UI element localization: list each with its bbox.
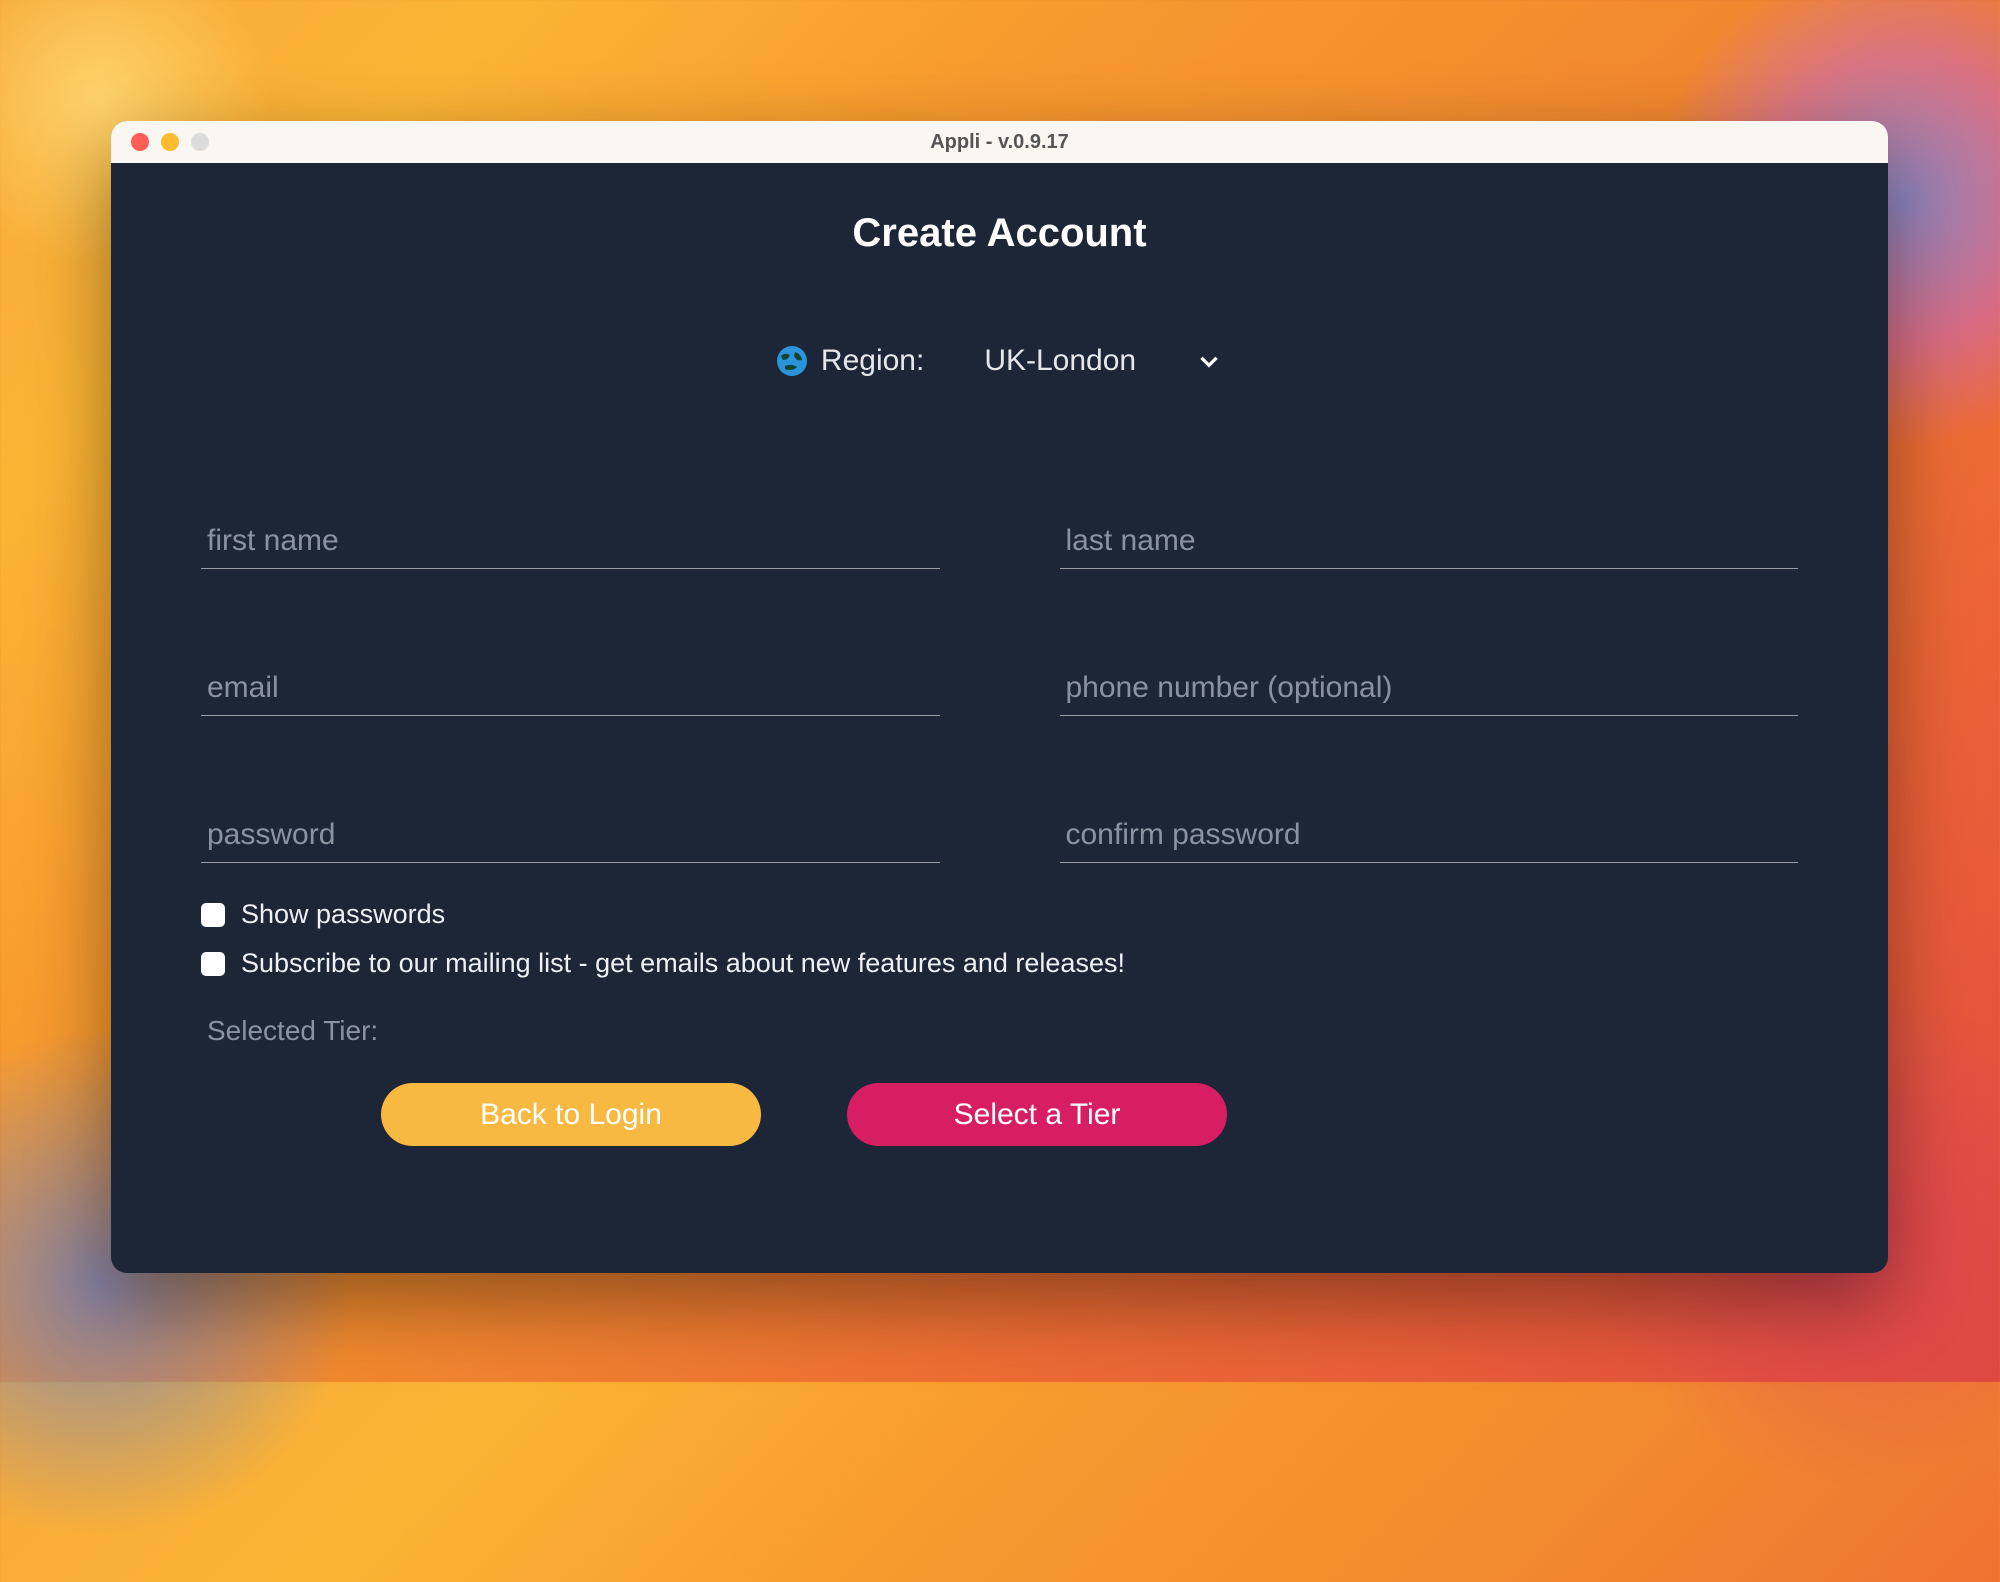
window-minimize-button[interactable]	[161, 133, 179, 151]
subscribe-label: Subscribe to our mailing list - get emai…	[241, 948, 1125, 979]
show-passwords-row[interactable]: Show passwords	[201, 899, 1798, 930]
email-field-wrapper	[201, 665, 940, 716]
traffic-lights	[111, 133, 209, 151]
region-label: Region:	[821, 344, 924, 378]
region-selected-value: UK-London	[984, 344, 1136, 378]
region-row: Region: UK-London	[201, 344, 1798, 378]
phone-field-wrapper	[1060, 665, 1799, 716]
show-passwords-label: Show passwords	[241, 899, 445, 930]
page-title: Create Account	[201, 211, 1798, 256]
first-name-field[interactable]	[201, 518, 940, 569]
window-close-button[interactable]	[131, 133, 149, 151]
email-field[interactable]	[201, 665, 940, 716]
titlebar: Appli - v.0.9.17	[111, 121, 1888, 163]
region-select[interactable]: UK-London	[984, 344, 1222, 378]
last-name-field-wrapper	[1060, 518, 1799, 569]
form-grid	[201, 518, 1798, 863]
buttons-row: Back to Login Select a Tier	[201, 1083, 1798, 1146]
back-to-login-button[interactable]: Back to Login	[381, 1083, 761, 1146]
password-field[interactable]	[201, 812, 940, 863]
content-area: Create Account Region: UK-London	[111, 163, 1888, 1186]
select-a-tier-button[interactable]: Select a Tier	[847, 1083, 1227, 1146]
confirm-password-field-wrapper	[1060, 812, 1799, 863]
subscribe-checkbox[interactable]	[201, 952, 225, 976]
subscribe-row[interactable]: Subscribe to our mailing list - get emai…	[201, 948, 1798, 979]
first-name-field-wrapper	[201, 518, 940, 569]
last-name-field[interactable]	[1060, 518, 1799, 569]
globe-icon	[777, 346, 807, 376]
window-zoom-button[interactable]	[191, 133, 209, 151]
app-window: Appli - v.0.9.17 Create Account Region: …	[111, 121, 1888, 1273]
checkbox-group: Show passwords Subscribe to our mailing …	[201, 899, 1798, 979]
window-title: Appli - v.0.9.17	[930, 131, 1069, 154]
show-passwords-checkbox[interactable]	[201, 903, 225, 927]
phone-field[interactable]	[1060, 665, 1799, 716]
region-label-group: Region:	[777, 344, 924, 378]
chevron-down-icon	[1196, 348, 1222, 374]
selected-tier-label: Selected Tier:	[201, 1015, 1798, 1047]
confirm-password-field[interactable]	[1060, 812, 1799, 863]
password-field-wrapper	[201, 812, 940, 863]
